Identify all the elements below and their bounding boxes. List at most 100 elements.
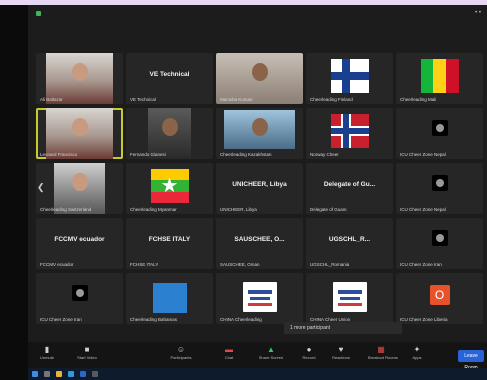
participant-tile[interactable]: ICU Cheer Zone Iran	[36, 273, 123, 324]
profile-avatar-icon	[431, 230, 448, 246]
record-button[interactable]: ● Record	[296, 345, 322, 360]
participant-display-name: VE Technical	[149, 71, 190, 78]
chat-button[interactable]: ▬ Chat	[216, 345, 242, 360]
participant-tile[interactable]: ICU Cheer Zone Nepal	[396, 108, 483, 159]
participant-tile[interactable]: CHINA Cheerleading	[216, 273, 303, 324]
participant-name: UGSCHL_Romania	[310, 262, 350, 267]
os-taskbar	[28, 368, 487, 380]
chat-icon: ▬	[225, 345, 233, 354]
participant-tile[interactable]: SAUSCHEE, O... SAUSCHEE, Oman	[216, 218, 303, 269]
participant-tile[interactable]: ★ Cheerleading Myanmar	[126, 163, 213, 214]
record-icon: ●	[306, 345, 312, 354]
participant-tile[interactable]: Cheerleading Mali	[396, 53, 483, 104]
participant-name: Fernando Gianesi	[130, 152, 166, 157]
meeting-window: • • Ali Baltazar VE Technical VE Technical…	[28, 5, 487, 380]
participant-tile[interactable]: Leonard Francisco	[36, 108, 123, 159]
participants-button[interactable]: ☺ Participants	[168, 345, 194, 360]
participant-name: CHINA Cheerleading	[220, 317, 262, 322]
participant-tile[interactable]: Cheerleading Kazakhstan	[216, 108, 303, 159]
participant-tile[interactable]: Cheerleading Bahamas	[126, 273, 213, 324]
participants-icon: ☺	[176, 345, 186, 354]
toolbar-label: Reactions	[332, 355, 350, 360]
breakout-icon: ▦	[377, 345, 385, 354]
participant-face	[71, 63, 88, 81]
participant-tile[interactable]: CHINA Cheer Union	[306, 273, 393, 324]
participant-name: Leonard Francisco	[40, 152, 78, 157]
zoom-app-icon[interactable]	[80, 371, 86, 377]
participant-name: Ali Baltazar	[40, 97, 63, 102]
participant-name: Cheerleading Kazakhstan	[220, 152, 272, 157]
participant-tile[interactable]: UNICHEER, Libya UNICHEER, Libya	[216, 163, 303, 214]
share-button[interactable]: ▲ Share Screen	[258, 345, 284, 360]
profile-picture	[152, 283, 187, 313]
search-icon[interactable]	[44, 371, 50, 377]
participant-name: ICU Cheer Zone Iran	[40, 317, 82, 322]
window-controls[interactable]: • •	[475, 10, 481, 16]
participant-tile[interactable]: Cheerleading Finland	[306, 53, 393, 104]
participant-name: Norway Cheer	[310, 152, 339, 157]
participant-name: ICU Cheer Zone Iran	[400, 262, 442, 267]
participant-name: Cheerleading Switzerland	[40, 207, 92, 212]
participant-name: UNICHEER, Libya	[220, 207, 257, 212]
breakout-button[interactable]: ▦ Breakout Rooms	[368, 345, 398, 360]
toolbar-label: Unmute	[39, 355, 54, 360]
left-bezel	[0, 5, 28, 380]
participant-tile[interactable]: Manisha Kumari	[216, 53, 303, 104]
participant-tile[interactable]: FCHSE ITALY FCHSE ITALY	[126, 218, 213, 269]
app-icon[interactable]	[92, 371, 98, 377]
participant-display-name: UNICHEER, Libya	[232, 181, 287, 188]
participant-tile[interactable]: UGSCHL_R... UGSCHL_Romania	[306, 218, 393, 269]
mic-button[interactable]: ▮ Unmute	[34, 345, 60, 360]
start-icon[interactable]	[32, 371, 38, 377]
meeting-toolbar: Leave Room ▮Unmute ■Start Video ☺Participa…	[28, 342, 487, 371]
toolbar-label: Participants	[170, 355, 192, 360]
leave-button[interactable]: Leave Room	[458, 350, 484, 371]
participant-face	[71, 173, 88, 191]
organization-logo-icon	[242, 282, 277, 312]
profile-avatar-icon	[431, 120, 448, 136]
participant-tile[interactable]: Delegate of Gu... Delegate of Guam	[306, 163, 393, 214]
myanmar-flag-icon: ★	[150, 169, 189, 203]
participant-name: Cheerleading Myanmar	[130, 207, 177, 212]
participant-tile[interactable]: ICU Cheer Zone Nepal	[396, 163, 483, 214]
participant-tile[interactable]: Ali Baltazar	[36, 53, 123, 104]
participant-name: ICU Cheer Zone Nepal	[400, 152, 446, 157]
participant-tile[interactable]: Cheerleading Switzerland	[36, 163, 123, 214]
participant-display-name: FCCMV ecuador	[54, 236, 105, 243]
toolbar-label: Record	[302, 355, 316, 360]
participant-face	[71, 118, 88, 136]
participant-tile[interactable]: VE Technical VE Technical	[126, 53, 213, 104]
screen: • • Ali Baltazar VE Technical VE Technical…	[0, 5, 487, 380]
participants-popup[interactable]: 1 more participant	[284, 322, 402, 334]
profile-avatar-icon	[71, 285, 88, 301]
apps-icon: ✦	[413, 345, 421, 354]
reactions-button[interactable]: ♥ Reactions	[328, 345, 354, 360]
toolbar-label: Apps	[412, 355, 422, 360]
participant-name: Manisha Kumari	[220, 97, 253, 102]
participant-tile[interactable]: Fernando Gianesi	[126, 108, 213, 159]
participant-name: FCHSE ITALY	[130, 262, 159, 267]
participant-display-name: UGSCHL_R...	[328, 236, 371, 243]
folder-icon[interactable]	[56, 371, 62, 377]
apps-button[interactable]: ✦ Apps	[404, 345, 430, 360]
toolbar-label: Start Video	[77, 355, 97, 360]
organization-logo-icon	[332, 282, 367, 312]
participant-name: SAUSCHEE, Oman	[220, 262, 260, 267]
participant-name: Cheerleading Finland	[310, 97, 353, 102]
participant-tile[interactable]: ICU Cheer Zone Iran	[396, 218, 483, 269]
mic-icon: ▮	[44, 345, 50, 354]
participant-name: VE Technical	[130, 97, 156, 102]
participant-tile[interactable]: FCCMV ecuador FCCMV ecuador	[36, 218, 123, 269]
initial-avatar: O	[429, 285, 450, 305]
prev-page-arrow[interactable]: ❮	[37, 182, 45, 193]
video-button[interactable]: ■ Start Video	[74, 345, 100, 360]
participant-tile[interactable]: Norway Cheer	[306, 108, 393, 159]
browser-icon[interactable]	[68, 371, 74, 377]
participant-tile[interactable]: O ICU Cheer Zone Liberia	[396, 273, 483, 324]
participant-face	[251, 63, 268, 81]
security-icon[interactable]	[36, 11, 41, 16]
participant-name: ICU Cheer Zone Nepal	[400, 207, 446, 212]
video-icon: ■	[84, 345, 90, 354]
toolbar-label: Chat	[224, 355, 234, 360]
participant-face	[161, 118, 178, 136]
